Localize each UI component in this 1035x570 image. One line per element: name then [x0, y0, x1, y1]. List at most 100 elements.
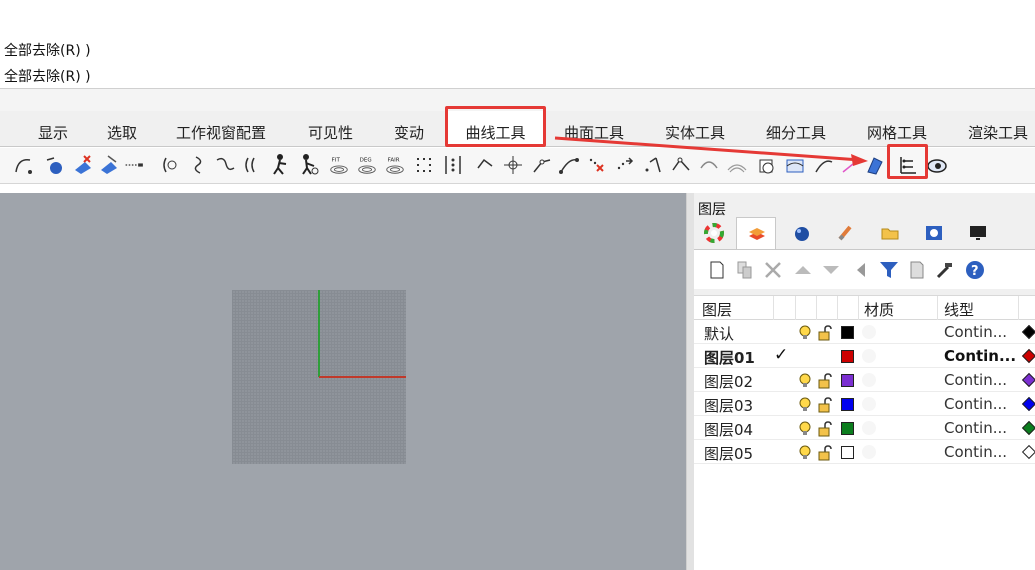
- blend-sphere-icon[interactable]: [44, 152, 66, 178]
- folder-icon[interactable]: [870, 217, 910, 247]
- tab-subd-tools[interactable]: 细分工具: [766, 111, 826, 147]
- material-sphere-icon[interactable]: [862, 421, 876, 435]
- layer-color-swatch[interactable]: [841, 350, 854, 363]
- dashed-line-icon[interactable]: [124, 152, 152, 178]
- delete-icon[interactable]: [762, 259, 784, 281]
- arc-icon[interactable]: [698, 152, 720, 178]
- material-sphere-icon[interactable]: [862, 349, 876, 363]
- print-color-diamond-icon[interactable]: [1021, 420, 1035, 436]
- tab-display[interactable]: 显示: [38, 111, 68, 147]
- material-sphere-icon[interactable]: [782, 217, 822, 247]
- material-sphere-icon[interactable]: [862, 373, 876, 387]
- tab-render-tools[interactable]: 渲染工具: [968, 111, 1028, 147]
- closed-curve-icon[interactable]: [926, 152, 948, 178]
- tools-icon[interactable]: [934, 259, 956, 281]
- circle-rect-icon[interactable]: [756, 152, 778, 178]
- parallel-curves-icon[interactable]: [242, 152, 264, 178]
- layer-linetype[interactable]: Contin...: [944, 395, 1007, 413]
- column-material[interactable]: 材质: [864, 299, 894, 320]
- delete-control-point-icon[interactable]: [72, 152, 94, 178]
- layer-name[interactable]: 图层01: [704, 347, 755, 368]
- filter-icon[interactable]: [878, 259, 900, 281]
- perspective-viewport[interactable]: [0, 193, 686, 570]
- print-color-diamond-icon[interactable]: [1021, 348, 1035, 364]
- help-icon[interactable]: ?: [964, 259, 986, 281]
- tab-solid-tools[interactable]: 实体工具: [665, 111, 725, 147]
- layer-name[interactable]: 图层03: [704, 395, 753, 416]
- visibility-bulb-icon[interactable]: [798, 397, 812, 413]
- layer-linetype[interactable]: Contin...: [944, 371, 1007, 389]
- insert-point-icon[interactable]: [614, 152, 636, 178]
- change-degree-icon[interactable]: DEG: [356, 152, 380, 178]
- column-layer[interactable]: 图层: [702, 299, 732, 320]
- unlock-icon[interactable]: [818, 445, 832, 461]
- point-grid-icon[interactable]: [414, 152, 436, 178]
- unlock-icon[interactable]: [818, 421, 832, 437]
- surface-boundary-icon[interactable]: [864, 152, 886, 178]
- layer-linetype[interactable]: Contin...: [944, 419, 1007, 437]
- curve-bend-icon[interactable]: [474, 152, 496, 178]
- document-icon[interactable]: [906, 259, 928, 281]
- layer-row[interactable]: 默认 Contin...: [694, 320, 1035, 344]
- current-layer-check-icon[interactable]: ✓: [774, 345, 788, 365]
- material-sphere-icon[interactable]: [862, 325, 876, 339]
- move-down-icon[interactable]: [820, 259, 842, 281]
- color-wheel-icon[interactable]: [694, 217, 734, 247]
- point-cross-icon[interactable]: [502, 152, 524, 178]
- layer-row[interactable]: 图层02 Contin...: [694, 368, 1035, 392]
- layer-row[interactable]: 图层05 Contin...: [694, 440, 1035, 464]
- figure-push-icon[interactable]: [298, 152, 320, 178]
- curve-swirl-icon[interactable]: [188, 152, 210, 178]
- curve-points-icon[interactable]: [558, 152, 580, 178]
- unlock-icon[interactable]: [818, 397, 832, 413]
- layer-linetype[interactable]: Contin...: [944, 443, 1007, 461]
- layer-color-swatch[interactable]: [841, 398, 854, 411]
- visibility-bulb-icon[interactable]: [798, 421, 812, 437]
- tab-transform[interactable]: 变动: [394, 111, 424, 147]
- visibility-bulb-icon[interactable]: [798, 325, 812, 341]
- print-color-diamond-icon[interactable]: [1021, 372, 1035, 388]
- material-sphere-icon[interactable]: [862, 445, 876, 459]
- tab-mesh-tools[interactable]: 网格工具: [867, 111, 927, 147]
- tab-select[interactable]: 选取: [107, 111, 137, 147]
- delete-point-icon[interactable]: [586, 152, 608, 178]
- curve-from-objects-icon[interactable]: [12, 152, 34, 178]
- layer-name[interactable]: 默认: [704, 323, 734, 344]
- box-curve-icon[interactable]: [784, 152, 806, 178]
- point-column-icon[interactable]: [442, 152, 464, 178]
- adjust-end-bulge-icon[interactable]: [642, 152, 664, 178]
- column-linetype[interactable]: 线型: [944, 299, 974, 320]
- tab-visibility[interactable]: 可见性: [308, 111, 353, 147]
- curve-corner-icon[interactable]: [670, 152, 692, 178]
- layer-row[interactable]: 图层01 ✓ Contin...: [694, 344, 1035, 368]
- layer-color-swatch[interactable]: [841, 374, 854, 387]
- curve-match-icon[interactable]: [214, 152, 236, 178]
- move-to-parent-icon[interactable]: [850, 259, 872, 281]
- layer-linetype[interactable]: Contin...: [944, 323, 1007, 341]
- layer-linetype[interactable]: Contin...: [944, 347, 1016, 365]
- help-panel-icon[interactable]: [914, 217, 954, 247]
- curve-handle-icon[interactable]: [812, 152, 834, 178]
- figure-run-icon[interactable]: [270, 152, 292, 178]
- unlock-icon[interactable]: [818, 373, 832, 389]
- layer-color-swatch[interactable]: [841, 422, 854, 435]
- material-sphere-icon[interactable]: [862, 397, 876, 411]
- layer-name[interactable]: 图层04: [704, 419, 753, 440]
- layer-name[interactable]: 图层02: [704, 371, 753, 392]
- move-up-icon[interactable]: [792, 259, 814, 281]
- tab-viewport-layout[interactable]: 工作视窗配置: [176, 111, 266, 147]
- fair-curve-icon[interactable]: FAIR: [384, 152, 408, 178]
- print-color-diamond-icon[interactable]: [1021, 444, 1035, 460]
- curve-extend-icon[interactable]: [530, 152, 552, 178]
- layer-color-swatch[interactable]: [841, 446, 854, 459]
- visibility-bulb-icon[interactable]: [798, 373, 812, 389]
- layer-color-swatch[interactable]: [841, 326, 854, 339]
- print-color-diamond-icon[interactable]: [1021, 396, 1035, 412]
- display-icon[interactable]: [958, 217, 998, 247]
- rebuild-surface-icon[interactable]: [98, 152, 120, 178]
- tab-surface-tools[interactable]: 曲面工具: [564, 111, 624, 147]
- layer-row[interactable]: 图层03 Contin...: [694, 392, 1035, 416]
- brush-icon[interactable]: [826, 217, 866, 247]
- layers-icon[interactable]: [736, 217, 776, 249]
- wave-lines-icon[interactable]: [726, 152, 748, 178]
